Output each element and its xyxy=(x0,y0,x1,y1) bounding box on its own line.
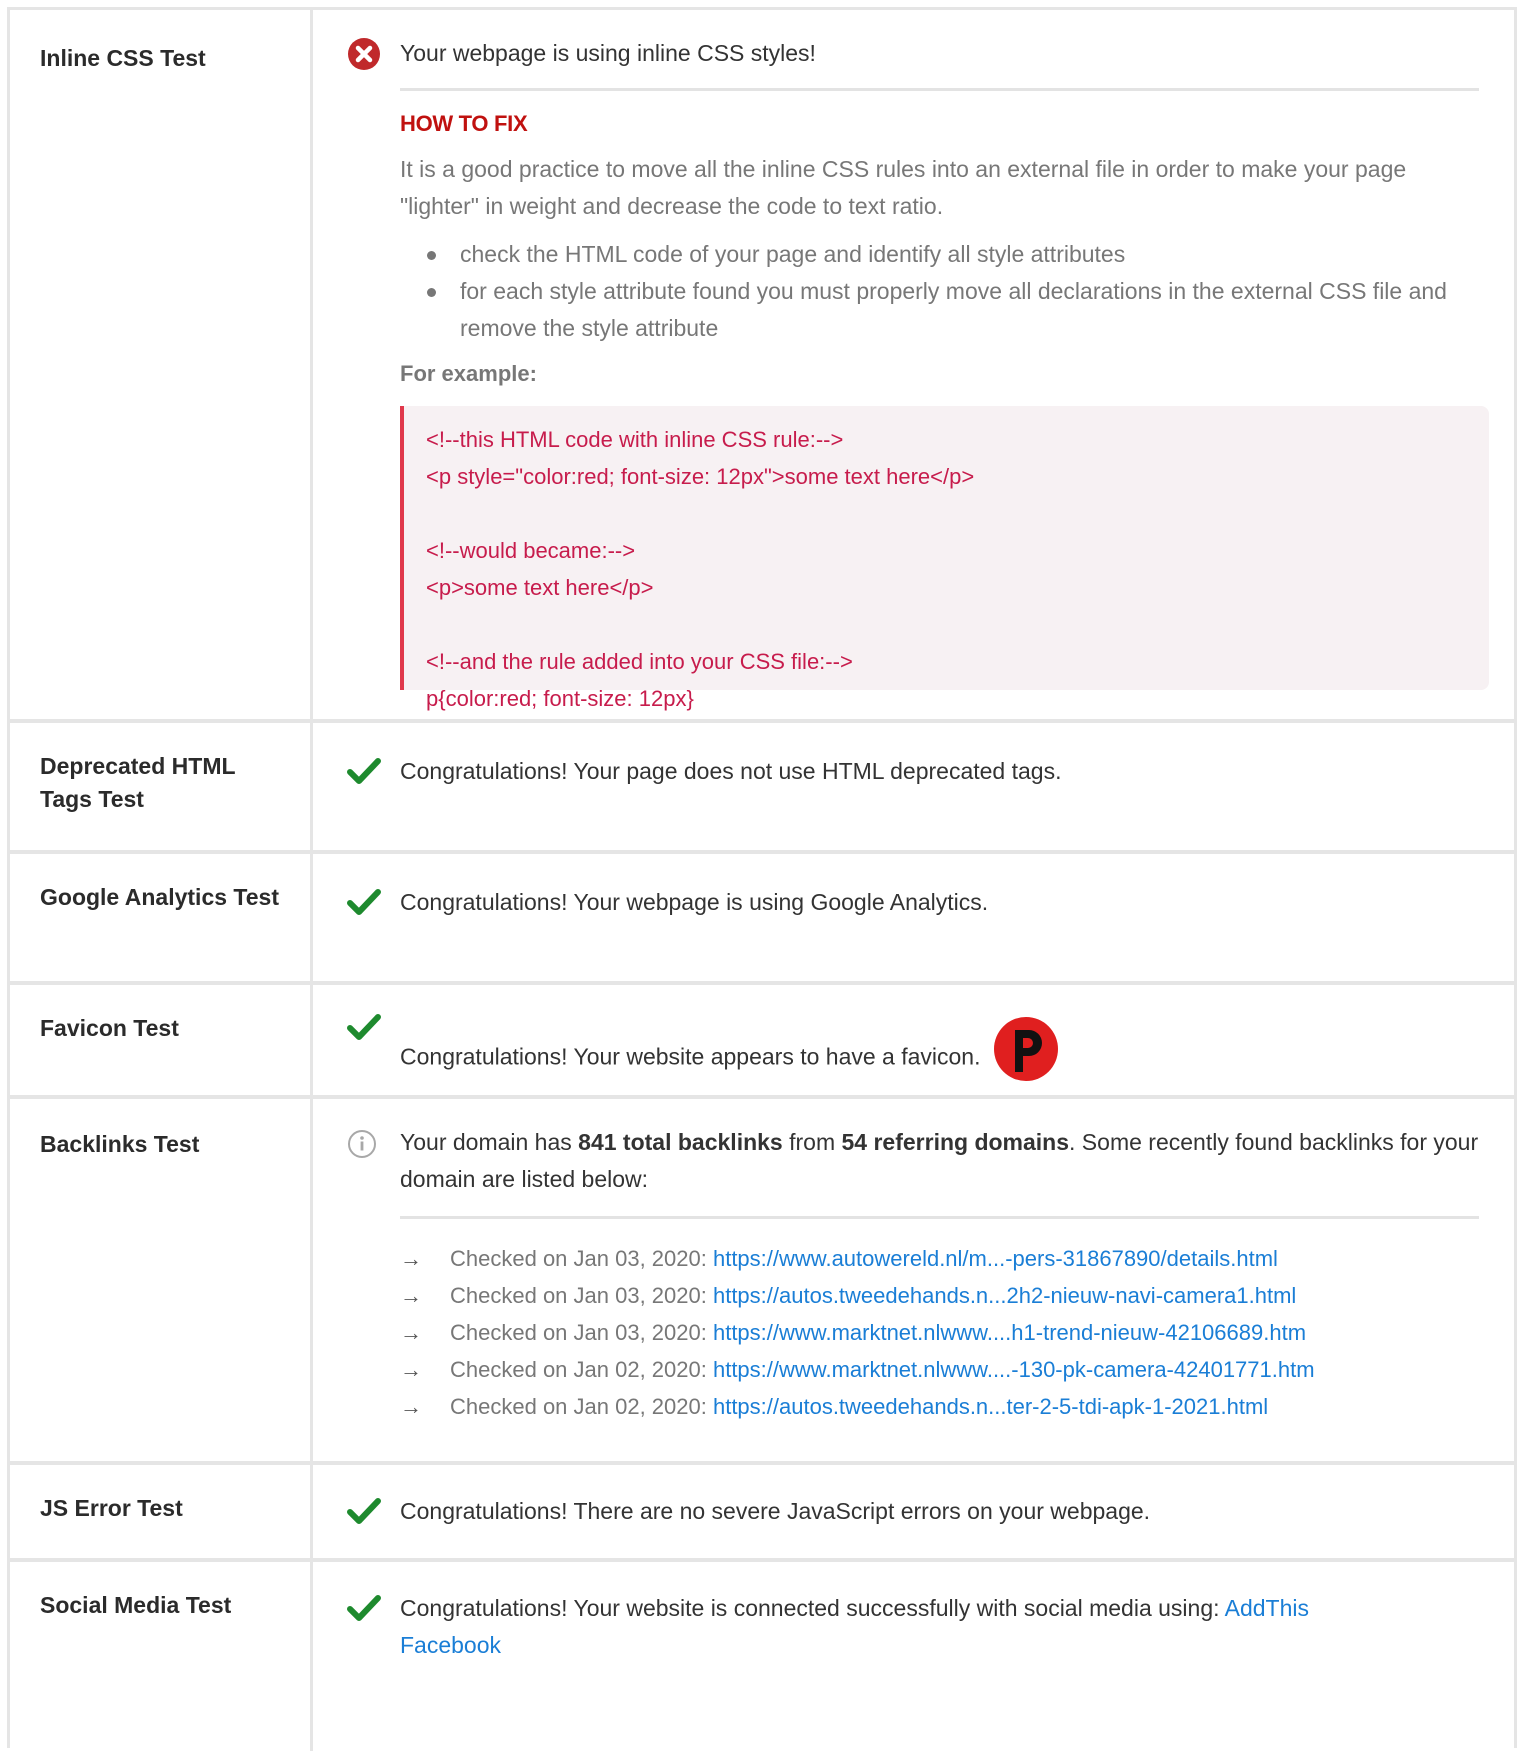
test-label: JS Error Test xyxy=(40,1495,183,1521)
row-label-cell: Inline CSS Test xyxy=(10,10,313,719)
backlink-url[interactable]: https://www.autowereld.nl/m...-pers-3186… xyxy=(713,1246,1278,1271)
row-label-cell: Backlinks Test xyxy=(10,1099,313,1461)
row-label-cell: Social Media Test xyxy=(10,1562,313,1751)
info-circle-icon xyxy=(347,1129,377,1164)
total-backlinks-count: 841 total backlinks xyxy=(578,1129,783,1155)
code-line: <!--this HTML code with inline CSS rule:… xyxy=(426,427,844,452)
message-text: Congratulations! Your website is connect… xyxy=(400,1595,1225,1621)
list-item: → Checked on Jan 03, 2020: https://autos.… xyxy=(400,1277,1315,1314)
social-link-addthis[interactable]: AddThis xyxy=(1225,1595,1309,1621)
deprecated-html-test-row: Deprecated HTML Tags Test Congratulation… xyxy=(10,723,1514,854)
code-line: p{color:red; font-size: 12px} xyxy=(426,686,694,711)
arrow-right-icon: → xyxy=(400,1283,422,1308)
list-item: → Checked on Jan 03, 2020: https://www.au… xyxy=(400,1240,1315,1277)
referring-domains-count: 54 referring domains xyxy=(841,1129,1070,1155)
checkmark-icon xyxy=(347,1594,381,1627)
code-line: <!--would became:--> xyxy=(426,538,636,563)
checked-date: Checked on Jan 03, 2020: xyxy=(450,1246,713,1271)
row-label-cell: JS Error Test xyxy=(10,1465,313,1558)
list-item: → Checked on Jan 02, 2020: https://autos.… xyxy=(400,1388,1315,1425)
checkmark-icon xyxy=(347,888,381,921)
checkmark-icon xyxy=(347,1013,381,1046)
test-label: Deprecated HTML Tags Test xyxy=(40,753,236,812)
checked-date: Checked on Jan 02, 2020: xyxy=(450,1357,713,1382)
test-label: Favicon Test xyxy=(40,1015,179,1041)
test-label: Backlinks Test xyxy=(40,1131,200,1157)
arrow-right-icon: → xyxy=(400,1246,422,1271)
message-text: Your domain has xyxy=(400,1129,579,1155)
backlink-url[interactable]: https://www.marktnet.nlwww....h1-trend-n… xyxy=(713,1320,1306,1345)
backlinks-test-row: Backlinks Test Your domain has 841 total… xyxy=(10,1099,1514,1465)
arrow-right-icon: → xyxy=(400,1320,422,1345)
inline-css-test-row: Inline CSS Test Your webpage is using in… xyxy=(10,10,1514,723)
favicon-message-text: Congratulations! Your website appears to… xyxy=(400,1043,981,1070)
list-item: → Checked on Jan 03, 2020: https://www.ma… xyxy=(400,1314,1315,1351)
divider xyxy=(400,88,1479,91)
backlink-url[interactable]: https://www.marktnet.nlwww....-130-pk-ca… xyxy=(713,1357,1315,1382)
favicon-test-row: Favicon Test Congratulations! Your websi… xyxy=(10,985,1514,1099)
test-message: Congratulations! Your website is connect… xyxy=(400,1590,1479,1664)
row-label-cell: Deprecated HTML Tags Test xyxy=(10,723,313,850)
code-line: <p>some text here</p> xyxy=(426,575,654,600)
test-message: Your webpage is using inline CSS styles! xyxy=(400,40,816,66)
test-message: Your domain has 841 total backlinks from… xyxy=(400,1124,1479,1198)
code-line: <p style="color:red; font-size: 12px">so… xyxy=(426,464,975,489)
checked-date: Checked on Jan 03, 2020: xyxy=(450,1320,713,1345)
backlink-url[interactable]: https://autos.tweedehands.n...2h2-nieuw-… xyxy=(713,1283,1296,1308)
test-label: Inline CSS Test xyxy=(40,45,206,71)
row-label-cell: Favicon Test xyxy=(10,985,313,1095)
test-message: Congratulations! Your webpage is using G… xyxy=(400,889,989,915)
checked-date: Checked on Jan 02, 2020: xyxy=(450,1394,713,1419)
arrow-right-icon: → xyxy=(400,1394,422,1419)
social-media-test-row: Social Media Test Congratulations! Your … xyxy=(10,1562,1514,1751)
checkmark-icon xyxy=(347,757,381,790)
row-label-cell: Google Analytics Test xyxy=(10,854,313,981)
test-message: Congratulations! Your page does not use … xyxy=(400,758,1062,784)
checkmark-icon xyxy=(347,1497,381,1530)
test-message: Congratulations! Your website appears to… xyxy=(400,1017,1479,1097)
seo-report-table: Inline CSS Test Your webpage is using in… xyxy=(7,7,1517,1751)
test-label: Google Analytics Test xyxy=(40,884,279,910)
checked-date: Checked on Jan 03, 2020: xyxy=(450,1283,713,1308)
list-item: for each style attribute found you must … xyxy=(400,273,1479,347)
code-example-block: <!--this HTML code with inline CSS rule:… xyxy=(400,406,1489,711)
test-message: Congratulations! There are no severe Jav… xyxy=(400,1498,1151,1524)
backlink-url[interactable]: https://autos.tweedehands.n...ter-2-5-td… xyxy=(713,1394,1268,1419)
divider xyxy=(400,1216,1479,1219)
social-link-facebook[interactable]: Facebook xyxy=(400,1632,501,1658)
fix-description: It is a good practice to move all the in… xyxy=(400,156,1407,219)
js-error-test-row: JS Error Test Congratulations! There are… xyxy=(10,1465,1514,1562)
message-text: from xyxy=(782,1129,842,1155)
fix-steps-list: check the HTML code of your page and ide… xyxy=(400,236,1479,347)
google-analytics-test-row: Google Analytics Test Congratulations! Y… xyxy=(10,854,1514,985)
list-item: check the HTML code of your page and ide… xyxy=(400,236,1479,273)
backlinks-list: → Checked on Jan 03, 2020: https://www.au… xyxy=(400,1240,1315,1425)
test-label: Social Media Test xyxy=(40,1592,232,1618)
how-to-fix-heading: HOW TO FIX xyxy=(400,111,528,136)
example-label: For example: xyxy=(400,361,537,386)
site-favicon-image xyxy=(993,1016,1059,1093)
code-line: <!--and the rule added into your CSS fil… xyxy=(426,649,853,674)
error-circle-icon xyxy=(347,37,381,76)
arrow-right-icon: → xyxy=(400,1357,422,1382)
list-item: → Checked on Jan 02, 2020: https://www.ma… xyxy=(400,1351,1315,1388)
